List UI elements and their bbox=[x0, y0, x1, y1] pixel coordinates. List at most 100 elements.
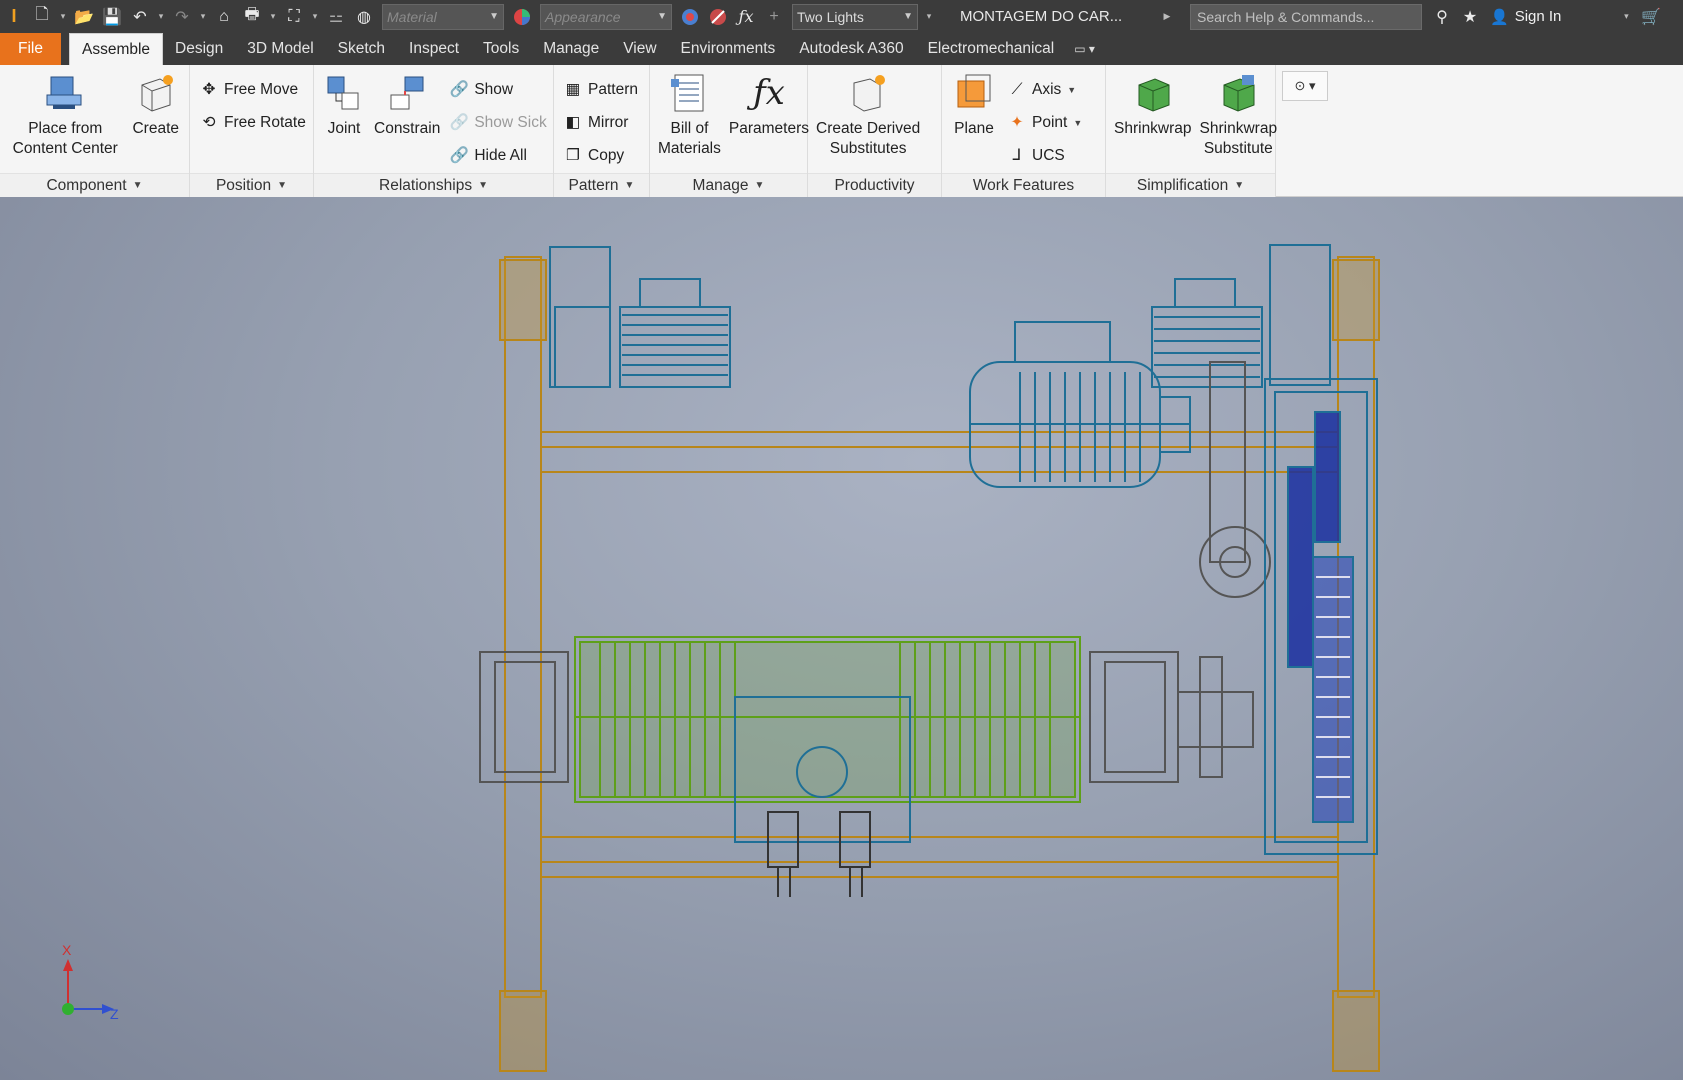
copy-button[interactable]: ❐ Copy bbox=[558, 139, 642, 172]
home-icon[interactable]: ⌂ bbox=[212, 4, 236, 30]
tab-electromechanical[interactable]: Electromechanical bbox=[916, 33, 1067, 65]
redo-dropdown-icon[interactable]: ▾ bbox=[198, 4, 208, 30]
lighting-select[interactable]: Two Lights ▼ bbox=[792, 3, 918, 30]
select-icon[interactable]: ⛶ bbox=[282, 4, 306, 30]
inventor-logo[interactable]: I bbox=[0, 0, 28, 33]
assembly-wireframe: X Z bbox=[62, 244, 1380, 1072]
clear-appearance-icon[interactable] bbox=[706, 4, 730, 30]
tab-assemble[interactable]: Assemble bbox=[68, 33, 164, 65]
motor-top-left bbox=[549, 246, 731, 388]
open-icon[interactable]: 📂 bbox=[72, 4, 96, 30]
title-arrow-icon[interactable]: ▶ bbox=[1162, 4, 1172, 30]
ribbon-display-toggle-icon[interactable]: ▭ ▾ bbox=[1066, 33, 1103, 65]
create-derived-substitutes-label: Create Derived Substitutes bbox=[816, 120, 921, 157]
create-component-icon bbox=[134, 71, 178, 115]
shrinkwrap-label: Shrinkwrap bbox=[1114, 120, 1192, 137]
material-select[interactable]: Material ▼ bbox=[382, 3, 504, 30]
group-manage: Bill of Materials ƒx Parameters Manage ▼ bbox=[650, 65, 809, 197]
lighting-value: Two Lights bbox=[797, 8, 864, 25]
show-button[interactable]: 🔗 Show bbox=[444, 73, 550, 106]
tab-3d-model[interactable]: 3D Model bbox=[235, 33, 325, 65]
free-move-label: Free Move bbox=[224, 80, 299, 98]
group-work-features: Plane ⟋ Axis ▼ ✦ Point ▼ ⅃ UCS Work Featur… bbox=[942, 65, 1106, 197]
ribbon-panel: Place from Content Center Create Compone… bbox=[0, 65, 1683, 197]
tab-file[interactable]: File bbox=[0, 33, 61, 65]
ribbon-options-button[interactable]: ⊙ ▾ bbox=[1282, 71, 1328, 101]
free-rotate-button[interactable]: ⟲ Free Rotate bbox=[194, 106, 310, 139]
free-move-button[interactable]: ✥ Free Move bbox=[194, 73, 310, 106]
axis-button[interactable]: ⟋ Axis ▼ bbox=[1002, 73, 1086, 106]
group-component-label[interactable]: Component ▼ bbox=[0, 173, 189, 197]
tab-manage[interactable]: Manage bbox=[531, 33, 611, 65]
group-manage-label[interactable]: Manage ▼ bbox=[650, 173, 807, 197]
point-label: Point bbox=[1032, 113, 1068, 131]
chevron-down-icon: ▼ bbox=[657, 11, 667, 22]
chevron-down-icon: ▼ bbox=[478, 180, 488, 191]
new-dropdown-icon[interactable]: ▾ bbox=[58, 4, 68, 30]
tab-sketch[interactable]: Sketch bbox=[326, 33, 397, 65]
shrinkwrap-icon bbox=[1131, 71, 1175, 115]
plane-icon bbox=[952, 71, 996, 115]
free-move-icon: ✥ bbox=[202, 81, 216, 98]
new-icon[interactable]: 🗋 bbox=[30, 4, 54, 30]
manage-group-title: Manage bbox=[692, 176, 749, 194]
cart-icon[interactable]: 🛒 bbox=[1639, 4, 1663, 30]
pattern-label: Pattern bbox=[588, 80, 638, 98]
derived-substitutes-icon bbox=[846, 71, 890, 115]
redo-icon[interactable]: ↷ bbox=[170, 4, 194, 30]
show-sick-icon: 🔗 bbox=[449, 114, 469, 131]
adjust-appearance-icon[interactable] bbox=[678, 4, 702, 30]
undo-dropdown-icon[interactable]: ▾ bbox=[156, 4, 166, 30]
graphics-viewport[interactable]: X Z bbox=[0, 197, 1683, 1080]
ribbon-tabs: File Assemble Design 3D Model Sketch Ins… bbox=[0, 33, 1683, 65]
fx-parameters-icon: ƒx bbox=[753, 73, 785, 113]
account-dropdown-icon[interactable]: ▾ bbox=[1621, 4, 1631, 30]
chevron-down-icon: ▼ bbox=[1234, 180, 1245, 191]
tab-design[interactable]: Design bbox=[163, 33, 235, 65]
ucs-button[interactable]: ⅃ UCS bbox=[1002, 139, 1086, 172]
measure-icon[interactable]: ⚍ bbox=[324, 4, 348, 30]
component-group-title: Component bbox=[46, 176, 127, 194]
customize-qat-icon[interactable]: ▾ bbox=[924, 4, 934, 30]
group-simplification-label[interactable]: Simplification ▼ bbox=[1106, 173, 1275, 197]
fx-icon[interactable]: ƒx bbox=[734, 4, 758, 30]
search-input[interactable]: Search Help & Commands... bbox=[1190, 3, 1422, 30]
tab-autodesk-a360[interactable]: Autodesk A360 bbox=[787, 33, 915, 65]
axis-z-label: Z bbox=[110, 1006, 119, 1022]
show-sick-button[interactable]: 🔗 Show Sick bbox=[444, 106, 550, 139]
save-icon[interactable]: 💾 bbox=[100, 4, 124, 30]
plane-label: Plane bbox=[954, 120, 994, 137]
tab-tools[interactable]: Tools bbox=[471, 33, 531, 65]
chevron-down-icon: ▼ bbox=[1067, 84, 1077, 95]
user-icon: 👤 bbox=[1490, 8, 1509, 26]
point-button[interactable]: ✦ Point ▼ bbox=[1002, 106, 1086, 139]
group-position-label[interactable]: Position ▼ bbox=[190, 173, 313, 197]
hide-all-button[interactable]: 🔗 Hide All bbox=[444, 139, 550, 172]
place-from-content-center-label: Place from Content Center bbox=[12, 120, 118, 157]
tab-view[interactable]: View bbox=[611, 33, 668, 65]
plus-icon[interactable]: + bbox=[762, 4, 786, 30]
print-dropdown-icon[interactable]: ▾ bbox=[268, 4, 278, 30]
content-center-icon bbox=[43, 71, 87, 115]
tab-environments[interactable]: Environments bbox=[669, 33, 788, 65]
tab-inspect[interactable]: Inspect bbox=[397, 33, 471, 65]
group-pattern-label[interactable]: Pattern ▼ bbox=[554, 173, 649, 197]
select-dropdown-icon[interactable]: ▾ bbox=[310, 4, 320, 30]
undo-icon[interactable]: ↶ bbox=[128, 4, 152, 30]
binoculars-icon[interactable]: ⚲ bbox=[1430, 4, 1454, 30]
hide-all-icon: 🔗 bbox=[449, 147, 469, 164]
globe-icon[interactable]: ◍ bbox=[352, 4, 376, 30]
appearance-sphere-icon[interactable] bbox=[510, 4, 534, 30]
axis-label: Axis bbox=[1032, 80, 1062, 98]
appearance-placeholder: Appearance bbox=[545, 8, 621, 25]
constrain-label: Constrain bbox=[374, 120, 441, 137]
print-icon[interactable]: 🖶 bbox=[240, 4, 264, 30]
group-productivity-label: Productivity bbox=[808, 173, 941, 197]
group-relationships: Joint Constrain 🔗 Show 🔗 Show Sick 🔗 Hid… bbox=[314, 65, 554, 197]
star-icon[interactable]: ★ bbox=[1458, 4, 1482, 30]
mirror-button[interactable]: ◧ Mirror bbox=[558, 106, 642, 139]
pattern-button[interactable]: ▦ Pattern bbox=[558, 73, 642, 106]
sign-in-button[interactable]: 👤 Sign In bbox=[1490, 8, 1561, 26]
group-relationships-label[interactable]: Relationships ▼ bbox=[314, 173, 553, 197]
appearance-select[interactable]: Appearance ▼ bbox=[540, 3, 672, 30]
